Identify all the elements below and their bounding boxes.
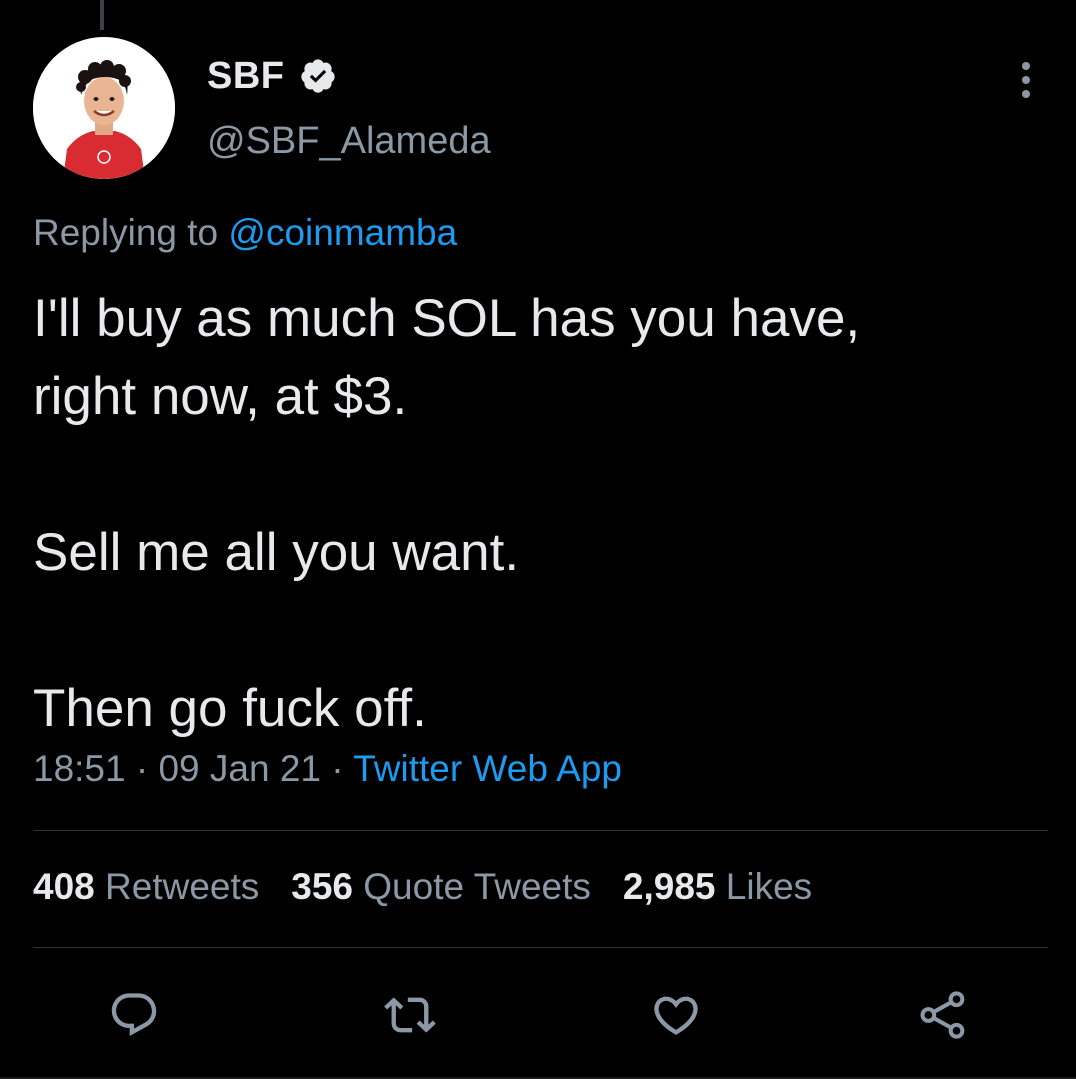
reply-icon	[111, 993, 157, 1037]
likes-count: 2,985	[622, 866, 716, 907]
verified-badge-icon	[300, 59, 335, 93]
tweet-source-link[interactable]: Twitter Web App	[353, 748, 622, 789]
tweet-action-bar	[0, 985, 1076, 1045]
author-handle[interactable]: @SBF_Alameda	[207, 120, 491, 163]
engagement-stats: 408 Retweets 356 Quote Tweets 2,985 Like…	[33, 866, 812, 908]
tweet-line: I'll buy as much SOL has you have,	[33, 289, 861, 348]
retweets-count: 408	[33, 866, 95, 907]
quote-tweets-count: 356	[291, 866, 353, 907]
retweets-label: Retweets	[105, 866, 260, 907]
avatar[interactable]	[33, 37, 175, 179]
tweet-meta: 18:51 · 09 Jan 21 · Twitter Web App	[33, 748, 622, 790]
avatar-illustration	[33, 37, 175, 179]
author-name-row[interactable]: SBF	[207, 52, 337, 100]
share-icon	[920, 991, 965, 1039]
likes-label: Likes	[725, 866, 813, 907]
reply-mention-link[interactable]: @coinmamba	[228, 212, 457, 253]
like-button[interactable]	[646, 985, 706, 1045]
tweet-line: Sell me all you want.	[33, 523, 520, 582]
tweet-line: Then go fuck off.	[33, 679, 427, 738]
likes-stat[interactable]: 2,985 Likes	[623, 866, 812, 908]
share-button[interactable]	[913, 985, 973, 1045]
quote-tweets-stat[interactable]: 356 Quote Tweets	[291, 866, 591, 908]
replying-to: Replying to @coinmamba	[33, 212, 457, 254]
replying-to-label: Replying to	[33, 212, 219, 253]
meta-separator: ·	[135, 748, 149, 789]
tweet-line: right now, at $3.	[33, 367, 408, 426]
retweet-button[interactable]	[380, 985, 440, 1045]
retweet-icon	[384, 997, 436, 1033]
tweet-date[interactable]: 09 Jan 21	[158, 748, 321, 789]
more-vertical-icon[interactable]	[1006, 58, 1046, 102]
meta-separator: ·	[331, 748, 344, 789]
divider	[33, 830, 1048, 831]
reply-button[interactable]	[104, 985, 164, 1045]
author-display-name[interactable]: SBF	[207, 55, 285, 98]
tweet-body: I'll buy as much SOL has you have, right…	[33, 280, 1043, 748]
divider	[33, 947, 1048, 948]
tweet-time[interactable]: 18:51	[33, 748, 126, 789]
heart-icon	[654, 996, 698, 1035]
thread-connector-line	[100, 0, 104, 30]
quote-tweets-label: Quote Tweets	[363, 866, 591, 907]
retweets-stat[interactable]: 408 Retweets	[33, 866, 259, 908]
